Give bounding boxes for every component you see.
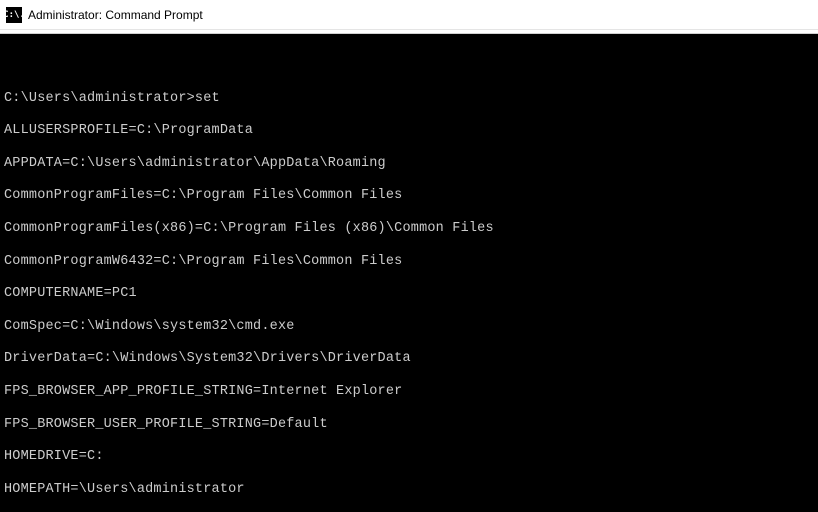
env-line: CommonProgramFiles(x86)=C:\Program Files… — [4, 221, 814, 237]
env-line: CommonProgramW6432=C:\Program Files\Comm… — [4, 254, 814, 270]
blank-line — [4, 58, 814, 74]
env-line: FPS_BROWSER_USER_PROFILE_STRING=Default — [4, 417, 814, 433]
env-line: HOMEDRIVE=C: — [4, 449, 814, 465]
prompt-line: C:\Users\administrator>set — [4, 91, 814, 107]
env-line: APPDATA=C:\Users\administrator\AppData\R… — [4, 156, 814, 172]
env-line: CommonProgramFiles=C:\Program Files\Comm… — [4, 188, 814, 204]
env-line: FPS_BROWSER_APP_PROFILE_STRING=Internet … — [4, 384, 814, 400]
env-line: HOMEPATH=\Users\administrator — [4, 482, 814, 498]
env-line: ComSpec=C:\Windows\system32\cmd.exe — [4, 319, 814, 335]
env-line: ALLUSERSPROFILE=C:\ProgramData — [4, 123, 814, 139]
window-title: Administrator: Command Prompt — [28, 8, 203, 22]
terminal-output[interactable]: C:\Users\administrator>set ALLUSERSPROFI… — [0, 34, 818, 512]
env-line: DriverData=C:\Windows\System32\Drivers\D… — [4, 351, 814, 367]
env-line: COMPUTERNAME=PC1 — [4, 286, 814, 302]
window-titlebar[interactable]: C:\. Administrator: Command Prompt — [0, 0, 818, 30]
cmd-icon: C:\. — [6, 7, 22, 23]
